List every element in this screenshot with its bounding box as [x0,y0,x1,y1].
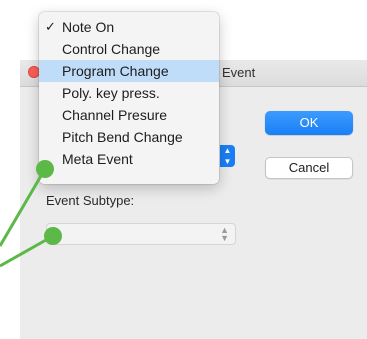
callout-line-subtype [0,234,54,268]
callout-dot-meta-event [36,160,54,178]
callout-annotations [0,160,62,268]
callout-line-meta-event [0,168,47,247]
callout-dot-subtype [44,227,62,245]
